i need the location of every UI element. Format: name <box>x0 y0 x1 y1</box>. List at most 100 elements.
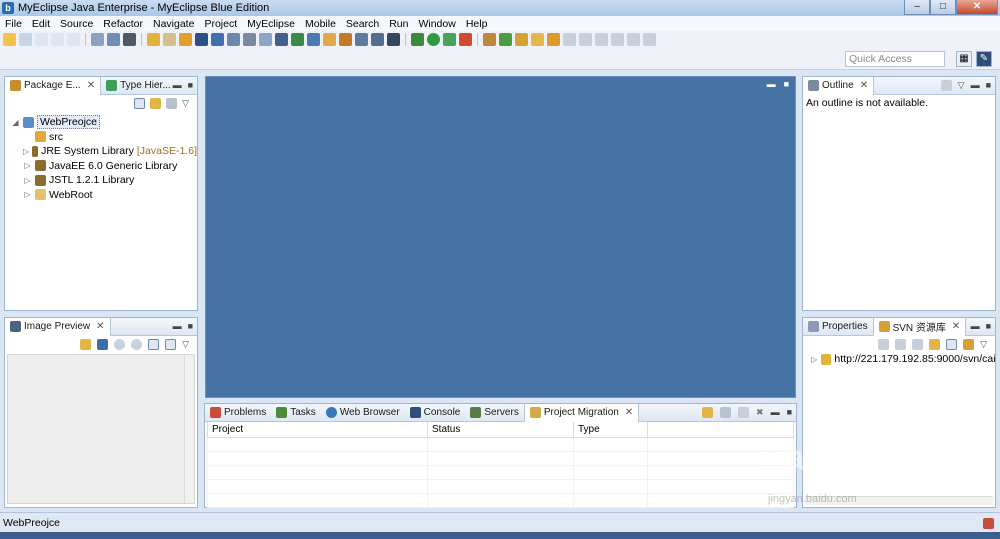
menu-myeclipse[interactable]: MyEclipse <box>242 18 300 30</box>
tab-image-preview[interactable]: Image Preview ✕ <box>5 317 111 336</box>
home-icon[interactable] <box>878 338 890 350</box>
wrench-icon[interactable] <box>123 33 136 46</box>
sync-icon[interactable] <box>720 407 732 418</box>
tree-item-jre[interactable]: ▷ JRE System Library [JavaSE-1.6] <box>11 144 197 159</box>
maximize-icon[interactable]: ■ <box>784 79 789 89</box>
tree-item-jstl[interactable]: ▷ JSTL 1.2.1 Library <box>11 173 197 188</box>
view-menu-icon[interactable]: ▽ <box>182 339 189 350</box>
tree-item-src[interactable]: src <box>11 130 197 145</box>
open-resource-icon[interactable] <box>531 33 544 46</box>
filter-icon[interactable] <box>166 97 178 109</box>
tab-svn-repository[interactable]: SVN 资源库 ✕ <box>872 317 967 336</box>
zoom-in-icon[interactable] <box>131 338 143 350</box>
maximize-icon[interactable]: ■ <box>188 321 193 331</box>
back-icon[interactable] <box>611 33 624 46</box>
view-menu-icon[interactable]: ▽ <box>980 339 987 350</box>
expand-toggle-icon[interactable]: ▷ <box>23 147 29 156</box>
new-package-icon[interactable] <box>499 33 512 46</box>
close-icon[interactable]: ✕ <box>87 80 95 91</box>
open-perspective-icon[interactable]: ▦ <box>956 51 972 67</box>
svn-repo-item[interactable]: ▷ http://221.179.192.85:9000/svn/caiyin <box>803 352 995 367</box>
quick-access-input[interactable]: Quick Access <box>845 51 945 67</box>
column-type[interactable]: Type <box>573 422 648 438</box>
view-menu-icon[interactable]: ▽ <box>958 80 965 91</box>
cube-icon[interactable] <box>195 33 208 46</box>
menu-project[interactable]: Project <box>199 18 242 30</box>
menu-refactor[interactable]: Refactor <box>98 18 148 30</box>
expand-toggle-icon[interactable]: ▷ <box>23 161 32 170</box>
minimize-icon[interactable]: ▬ <box>971 321 980 331</box>
menu-mobile[interactable]: Mobile <box>300 18 341 30</box>
globe-icon[interactable] <box>307 33 320 46</box>
menu-source[interactable]: Source <box>55 18 98 30</box>
fit-window-icon[interactable] <box>165 338 177 350</box>
database-icon[interactable] <box>211 33 224 46</box>
collapse-all-icon[interactable] <box>946 338 958 350</box>
hierarchy-icon[interactable] <box>275 33 288 46</box>
maximize-icon[interactable]: ■ <box>188 80 193 90</box>
last-edit-icon[interactable] <box>595 33 608 46</box>
minimize-icon[interactable]: ▬ <box>173 321 182 331</box>
debug-config-icon[interactable] <box>243 33 256 46</box>
tab-console[interactable]: Console <box>405 404 466 422</box>
package-icon[interactable] <box>339 33 352 46</box>
print-icon[interactable] <box>67 33 80 46</box>
folder-icon[interactable] <box>323 33 336 46</box>
column-project[interactable]: Project <box>207 422 428 438</box>
run-icon[interactable] <box>427 33 440 46</box>
collapse-all-icon[interactable] <box>134 97 146 109</box>
minimize-icon[interactable]: ▬ <box>767 79 776 89</box>
link-icon[interactable] <box>80 338 92 350</box>
tab-tasks[interactable]: Tasks <box>271 404 321 422</box>
tab-problems[interactable]: Problems <box>205 404 271 422</box>
link-editor-icon[interactable] <box>150 97 162 109</box>
annotation-icon[interactable] <box>563 33 576 46</box>
settings-icon[interactable] <box>371 33 384 46</box>
tab-outline[interactable]: Outline ✕ <box>803 76 875 95</box>
remove-all-icon[interactable]: ✖ <box>756 407 764 418</box>
menu-edit[interactable]: Edit <box>27 18 55 30</box>
link-icon[interactable] <box>929 338 941 350</box>
search-icon[interactable] <box>259 33 272 46</box>
close-icon[interactable]: ✕ <box>96 321 104 332</box>
save-icon[interactable] <box>35 33 48 46</box>
minimize-icon[interactable]: ▬ <box>173 80 182 90</box>
server-icon[interactable] <box>107 33 120 46</box>
menu-file[interactable]: File <box>0 18 27 30</box>
notification-icon[interactable] <box>983 518 994 529</box>
close-icon[interactable]: ✕ <box>625 407 633 418</box>
expand-toggle-icon[interactable]: ▷ <box>23 176 32 185</box>
tree-item-webroot[interactable]: ▷ WebRoot <box>11 188 197 203</box>
vertical-scrollbar[interactable] <box>184 355 194 503</box>
tab-package-explorer[interactable]: Package E... ✕ <box>5 76 102 95</box>
new-class-icon[interactable] <box>483 33 496 46</box>
menu-search[interactable]: Search <box>341 18 384 30</box>
build-icon[interactable] <box>291 33 304 46</box>
maximize-icon[interactable]: ■ <box>787 407 792 418</box>
forward-icon[interactable] <box>627 33 640 46</box>
menu-run[interactable]: Run <box>384 18 413 30</box>
window-icon[interactable] <box>387 33 400 46</box>
view-menu-icon[interactable]: ▽ <box>182 98 189 109</box>
bug-icon[interactable] <box>411 33 424 46</box>
external-tools-icon[interactable] <box>459 33 472 46</box>
tab-web-browser[interactable]: Web Browser <box>321 404 405 422</box>
pin-icon[interactable] <box>643 33 656 46</box>
actual-size-icon[interactable] <box>148 338 160 350</box>
sort-icon[interactable] <box>940 80 952 91</box>
expand-toggle-icon[interactable]: ▷ <box>23 190 32 199</box>
open-type-icon[interactable] <box>179 33 192 46</box>
minimize-icon[interactable]: ▬ <box>771 407 780 418</box>
tree-item-webpreojce[interactable]: ◢ WebPreojce <box>11 115 197 130</box>
redo-icon[interactable] <box>163 33 176 46</box>
fit-image-icon[interactable] <box>97 338 109 350</box>
tab-type-hierarchy[interactable]: Type Hier... <box>101 77 176 95</box>
grid-icon[interactable] <box>355 33 368 46</box>
new-repository-icon[interactable] <box>963 338 975 350</box>
back-icon[interactable] <box>895 338 907 350</box>
link-icon[interactable] <box>702 407 714 418</box>
menu-navigate[interactable]: Navigate <box>148 18 199 30</box>
column-status[interactable]: Status <box>427 422 574 438</box>
maximize-button[interactable]: □ <box>930 0 956 15</box>
browser-icon[interactable] <box>227 33 240 46</box>
